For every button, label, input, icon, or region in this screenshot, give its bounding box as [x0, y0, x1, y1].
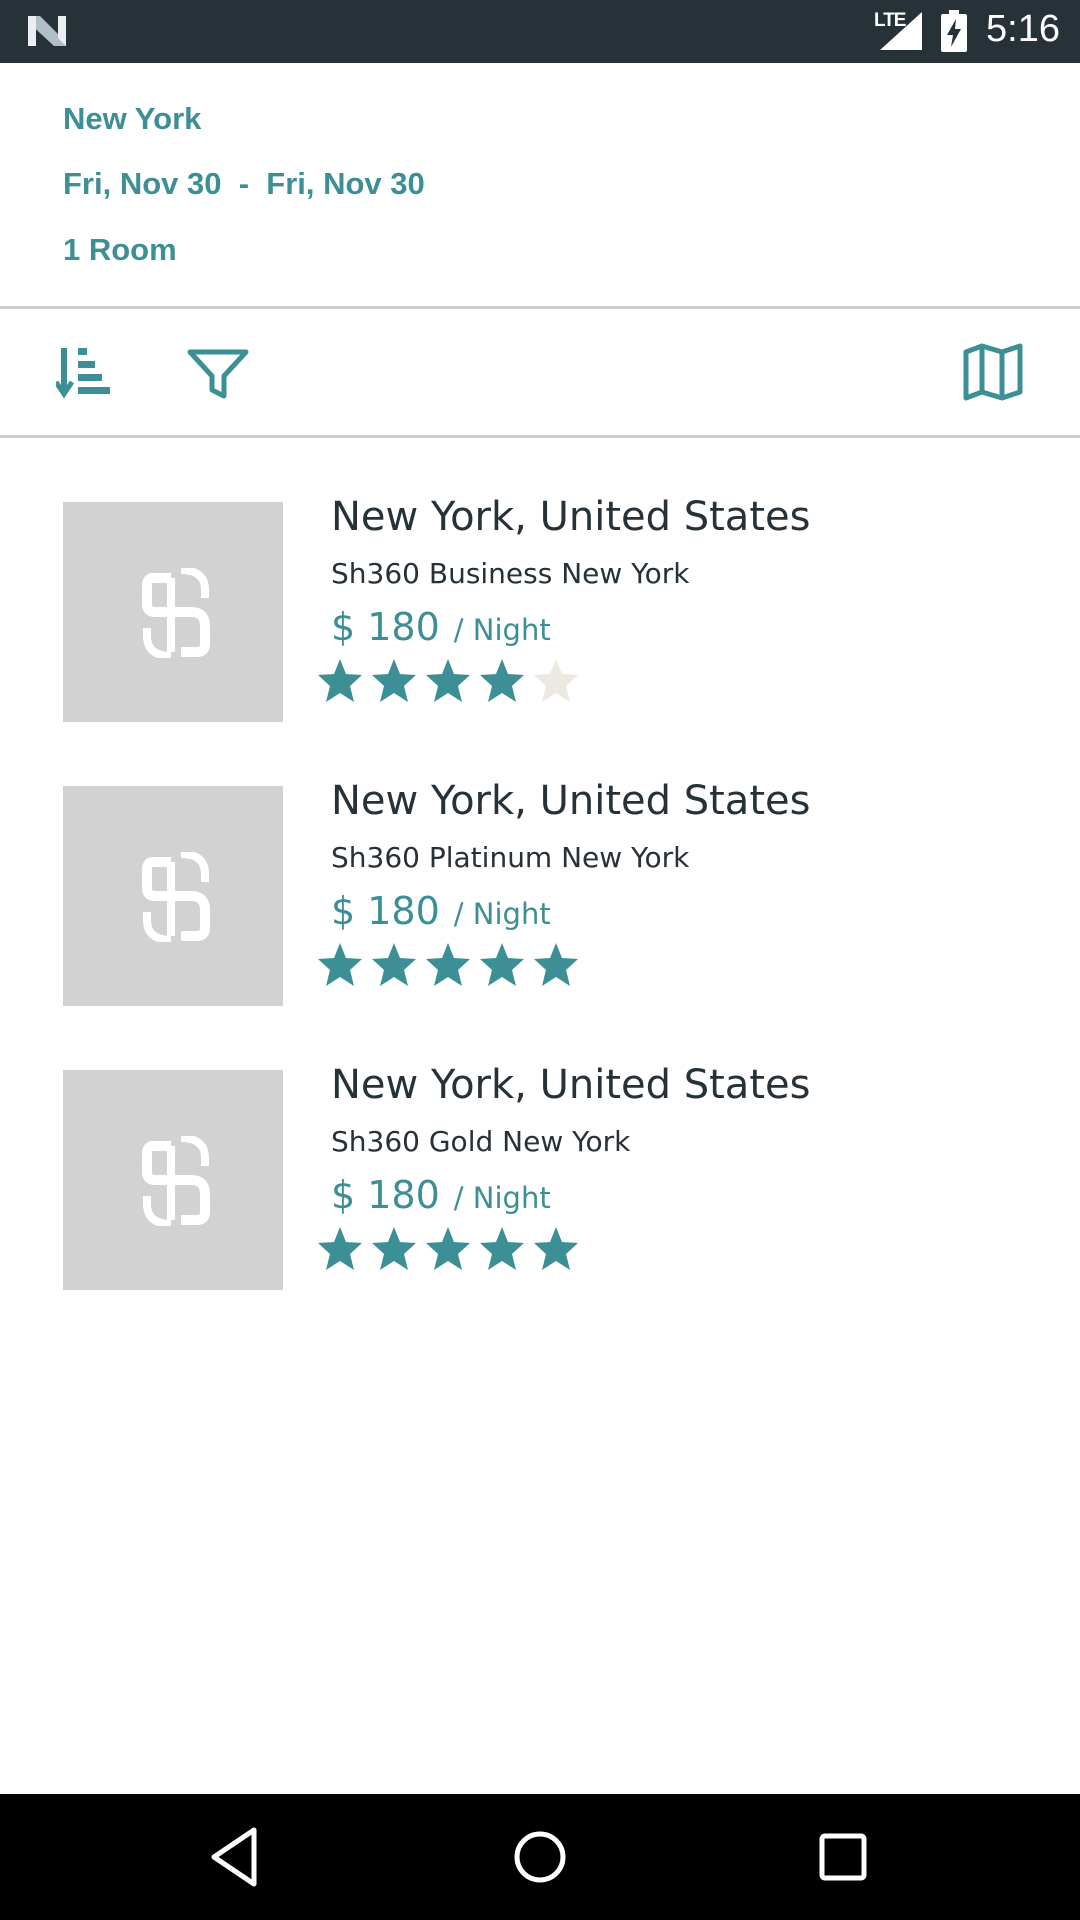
filter-icon — [187, 349, 249, 399]
star-filled-icon — [534, 943, 578, 986]
hotel-placeholder-logo-icon — [142, 1136, 210, 1226]
star-filled-icon — [480, 1227, 524, 1270]
price-unit: / Night — [453, 1181, 551, 1215]
star-filled-icon — [480, 943, 524, 986]
hotel-location: New York, United States — [331, 494, 811, 540]
star-rating — [313, 656, 583, 706]
star-filled-icon — [372, 659, 416, 702]
hotel-thumbnail — [63, 1070, 283, 1290]
sort-icon — [53, 348, 110, 399]
sort-button[interactable] — [53, 340, 120, 404]
price-unit: / Night — [453, 897, 551, 931]
home-icon — [514, 1831, 566, 1883]
star-filled-icon — [480, 659, 524, 702]
clock: 5:16 — [986, 8, 1060, 50]
navigation-bar — [0, 1794, 1080, 1920]
star-filled-icon — [318, 943, 362, 986]
search-dates: Fri, Nov 30 - Fri, Nov 30 — [63, 166, 425, 201]
hotel-list-item[interactable]: New York, United States Sh360 Business N… — [63, 494, 1023, 722]
map-button[interactable] — [962, 340, 1026, 404]
star-filled-icon — [426, 659, 470, 702]
battery-charging-icon — [941, 10, 967, 52]
home-button[interactable] — [505, 1822, 575, 1892]
star-filled-icon — [372, 1227, 416, 1270]
hotel-price: $ 180 / Night — [331, 1173, 551, 1217]
price-unit: / Night — [453, 613, 551, 647]
star-filled-icon — [534, 1227, 578, 1270]
star-rating — [313, 1224, 583, 1274]
back-icon — [211, 1827, 257, 1887]
hotel-placeholder-logo-icon — [142, 568, 210, 658]
star-filled-icon — [318, 659, 362, 702]
divider — [0, 306, 1080, 309]
hotel-list-item[interactable]: New York, United States Sh360 Platinum N… — [63, 778, 1023, 1006]
recents-icon — [819, 1833, 867, 1881]
star-filled-icon — [426, 1227, 470, 1270]
back-button[interactable] — [200, 1822, 270, 1892]
search-summary[interactable]: New York Fri, Nov 30 - Fri, Nov 30 1 Roo… — [63, 63, 1013, 307]
hotel-name: Sh360 Platinum New York — [331, 841, 690, 874]
star-filled-icon — [318, 1227, 362, 1270]
price-amount: $ 180 — [331, 1173, 440, 1217]
hotel-location: New York, United States — [331, 778, 811, 824]
price-amount: $ 180 — [331, 889, 440, 933]
hotel-name: Sh360 Gold New York — [331, 1125, 631, 1158]
signal-icon — [880, 12, 922, 50]
n-logo-icon — [28, 16, 66, 46]
hotel-price: $ 180 / Night — [331, 605, 551, 649]
filter-button[interactable] — [186, 340, 250, 404]
divider — [0, 435, 1080, 438]
price-amount: $ 180 — [331, 605, 440, 649]
hotel-location: New York, United States — [331, 1062, 811, 1108]
star-filled-icon — [426, 943, 470, 986]
hotel-placeholder-logo-icon — [142, 852, 210, 942]
hotel-results-screen: LTE 5:16 New York Fri, Nov 30 - Fri, Nov… — [0, 0, 1080, 1920]
hotel-price: $ 180 / Night — [331, 889, 551, 933]
hotel-thumbnail — [63, 786, 283, 1006]
search-city: New York — [63, 101, 202, 136]
hotel-list-item[interactable]: New York, United States Sh360 Gold New Y… — [63, 1062, 1023, 1290]
star-empty-icon — [534, 659, 578, 702]
search-rooms: 1 Room — [63, 232, 177, 267]
star-filled-icon — [372, 943, 416, 986]
status-bar: LTE 5:16 — [0, 0, 1080, 63]
star-rating — [313, 940, 583, 990]
recents-button[interactable] — [808, 1822, 878, 1892]
hotel-name: Sh360 Business New York — [331, 557, 690, 590]
hotel-thumbnail — [63, 502, 283, 722]
map-icon — [963, 343, 1023, 401]
